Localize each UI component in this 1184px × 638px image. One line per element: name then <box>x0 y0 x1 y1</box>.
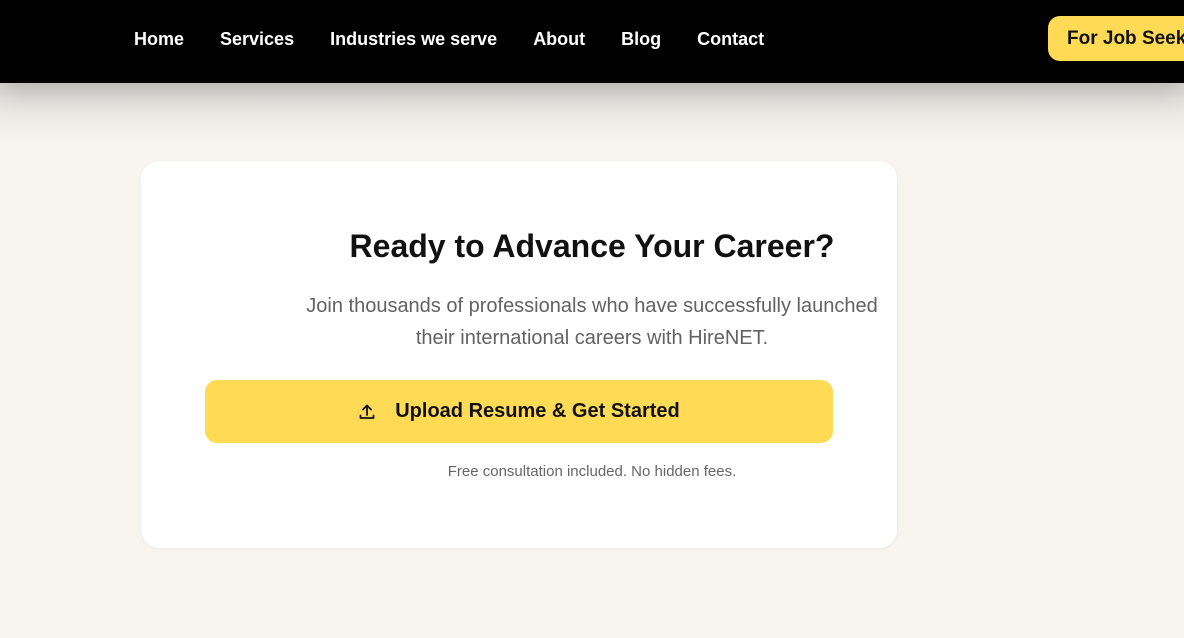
card-subtitle-line-1: Join thousands of professionals who have… <box>306 295 878 317</box>
nav-link-contact[interactable]: Contact <box>697 29 764 50</box>
nav-link-blog[interactable]: Blog <box>621 29 661 50</box>
nav-link-services[interactable]: Services <box>220 29 294 50</box>
career-cta-card <box>141 161 897 548</box>
card-title: Ready to Advance Your Career? <box>349 228 835 264</box>
card-subtitle-line-2: their international careers with HireNET… <box>415 327 769 349</box>
nav-link-industries[interactable]: Industries we serve <box>330 29 497 50</box>
main-nav: Home Services Industries we serve About … <box>134 0 800 78</box>
upload-button-label: Upload Resume & Get Started <box>395 400 680 422</box>
header-shadow <box>0 83 1184 143</box>
nav-link-about[interactable]: About <box>533 29 585 50</box>
upload-resume-button[interactable]: Upload Resume & Get Started <box>205 380 833 443</box>
consultation-note: Free consultation included. No hidden fe… <box>447 463 737 480</box>
top-navigation-bar: Home Services Industries we serve About … <box>0 0 1184 83</box>
nav-link-home[interactable]: Home <box>134 29 184 50</box>
card-subtitle: Join thousands of professionals who have… <box>0 290 1184 354</box>
job-seekers-button[interactable]: For Job Seekers <box>1048 16 1184 61</box>
upload-icon <box>358 403 376 421</box>
